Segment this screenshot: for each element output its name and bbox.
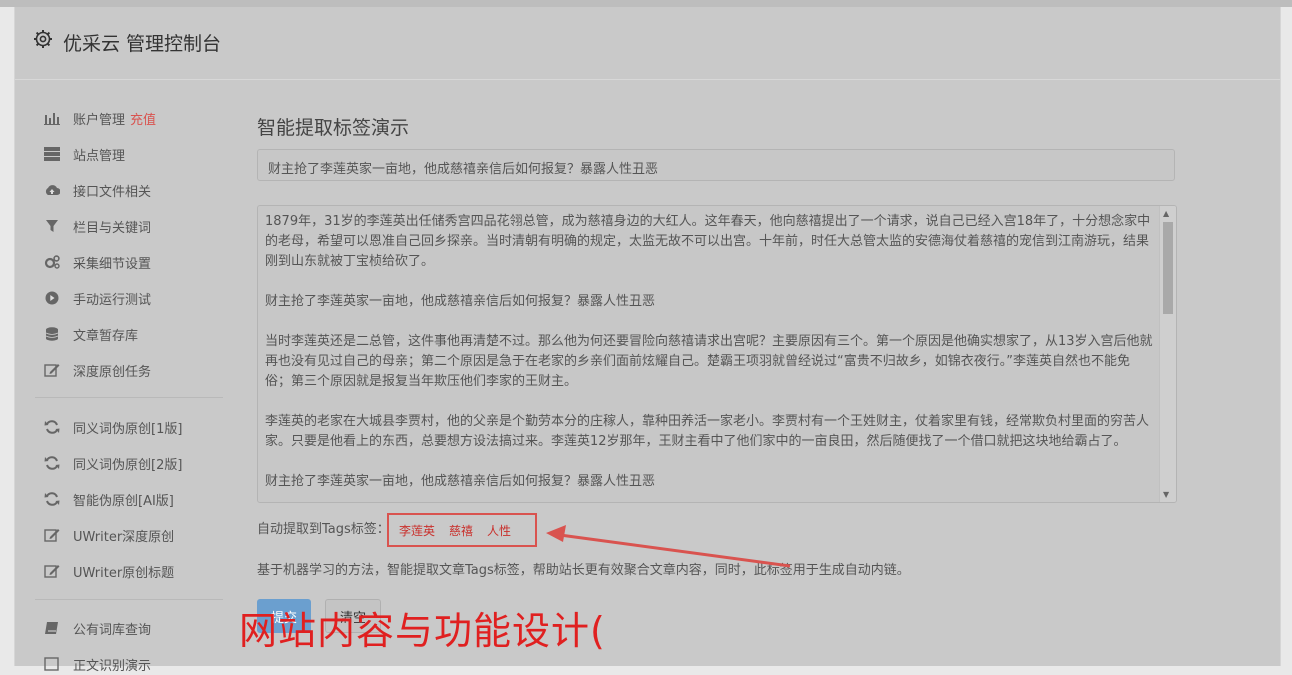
sidebar-item-public-dict[interactable]: 公有词库查询 <box>43 617 151 639</box>
recharge-link[interactable]: 充值 <box>130 109 156 128</box>
refresh-icon <box>43 491 61 507</box>
server-icon <box>43 146 61 162</box>
sidebar-item-columns-keywords[interactable]: 栏目与关键词 <box>43 215 151 237</box>
refresh-icon <box>43 455 61 471</box>
sidebar-item-article-store[interactable]: 文章暂存库 <box>43 323 138 345</box>
watermark-text: 网站内容与功能设计( <box>239 609 606 653</box>
sidebar-item-label: 接口文件相关 <box>73 184 152 200</box>
tag-item: 人性 <box>487 523 512 538</box>
sidebar-item-uwriter-deep[interactable]: UWriter深度原创 <box>43 524 174 546</box>
console-page: 优采云 管理控制台 账户管理 充值 站点管理 接口文件相关 栏目与关键词 采集细… <box>14 7 1281 674</box>
sidebar-item-label: 手动运行测试 <box>73 292 152 308</box>
page-title: 优采云 管理控制台 <box>63 33 222 55</box>
play-circle-icon <box>43 290 61 306</box>
tags-highlight-box: 李莲英 慈禧 人性 <box>387 513 537 547</box>
body-paragraph: 财主抢了李莲英家一亩地，他成慈禧亲信后如何报复？暴露人性丑恶 <box>265 294 656 309</box>
filter-icon <box>43 218 61 234</box>
article-body-text: 1879年，31岁的李莲英出任储秀宫四品花翎总管，成为慈禧身边的大红人。这年春天… <box>265 212 1153 502</box>
sidebar-item-account[interactable]: 账户管理 充值 <box>43 107 156 129</box>
sidebar-item-smart-ai[interactable]: 智能伪原创[AI版] <box>43 488 174 510</box>
body-paragraph: 1879年，31岁的李莲英出任储秀宫四品花翎总管，成为慈禧身边的大红人。这年春天… <box>265 214 1151 269</box>
header: 优采云 管理控制台 <box>15 7 1280 80</box>
sidebar-divider <box>35 397 223 398</box>
sidebar-item-label: 同义词伪原创[2版] <box>73 457 183 473</box>
edit-icon <box>43 362 61 378</box>
sidebar-item-label: 采集细节设置 <box>73 256 152 272</box>
bar-chart-icon <box>43 110 61 126</box>
edit-icon <box>43 527 61 543</box>
sidebar-item-text-recognize[interactable]: 正文识别演示 <box>43 653 151 675</box>
sidebar-item-manual-run[interactable]: 手动运行测试 <box>43 287 151 309</box>
body-paragraph: 财主抢了李莲英家一亩地，他成慈禧亲信后如何报复？暴露人性丑恶 <box>265 474 656 489</box>
article-title-input[interactable]: 财主抢了李莲英家一亩地，他成慈禧亲信后如何报复？暴露人性丑恶 <box>257 149 1175 181</box>
gear-icon <box>33 29 53 49</box>
scroll-down-icon[interactable]: ▼ <box>1163 490 1169 499</box>
tags-label: 自动提取到Tags标签： <box>257 522 390 537</box>
sidebar-item-label: 深度原创任务 <box>73 364 152 380</box>
sidebar-item-uwriter-title[interactable]: UWriter原创标题 <box>43 560 174 582</box>
sidebar-item-collect-settings[interactable]: 采集细节设置 <box>43 251 151 273</box>
body-paragraph: 当时李莲英还是二总管，这件事他再清楚不过。那么他为何还要冒险向慈禧请求出宫呢？主… <box>265 334 1153 389</box>
body-paragraph: 李莲英的老家在大城县李贾村，他的父亲是个勤劳本分的庄稼人，靠种田养活一家老小。李… <box>265 414 1150 449</box>
article-body-textarea[interactable]: 1879年，31岁的李莲英出任储秀宫四品花翎总管，成为慈禧身边的大红人。这年春天… <box>257 205 1177 503</box>
book-icon <box>43 620 61 636</box>
sidebar-item-label: 同义词伪原创[1版] <box>73 421 183 437</box>
sidebar-item-label: 文章暂存库 <box>73 328 139 344</box>
sidebar-item-label: 智能伪原创[AI版] <box>73 493 174 509</box>
tag-item: 李莲英 <box>399 523 436 538</box>
sidebar-divider <box>35 599 223 600</box>
sidebar-item-synonym-v1[interactable]: 同义词伪原创[1版] <box>43 416 182 438</box>
cloud-upload-icon <box>43 182 61 198</box>
textarea-scrollbar[interactable]: ▲ ▼ <box>1159 206 1176 502</box>
scroll-thumb[interactable] <box>1163 222 1173 314</box>
database-icon <box>43 326 61 342</box>
sidebar-item-synonym-v2[interactable]: 同义词伪原创[2版] <box>43 452 182 474</box>
section-heading: 智能提取标签演示 <box>257 117 410 139</box>
cogs-icon <box>43 254 61 270</box>
sidebar-item-label: 公有词库查询 <box>73 622 152 638</box>
square-icon <box>43 656 61 672</box>
refresh-icon <box>43 419 61 435</box>
sidebar-item-label: 账户管理 <box>73 112 126 128</box>
sidebar-item-label: UWriter原创标题 <box>73 565 175 581</box>
sidebar-item-deep-original[interactable]: 深度原创任务 <box>43 359 151 381</box>
tag-item: 慈禧 <box>449 523 474 538</box>
sidebar-item-api-files[interactable]: 接口文件相关 <box>43 179 151 201</box>
scroll-up-icon[interactable]: ▲ <box>1163 209 1169 218</box>
sidebar-item-label: 站点管理 <box>73 148 126 164</box>
sidebar-item-label: 正文识别演示 <box>73 658 152 674</box>
edit-icon <box>43 563 61 579</box>
sidebar-item-label: UWriter深度原创 <box>73 529 175 545</box>
sidebar-item-sites[interactable]: 站点管理 <box>43 143 125 165</box>
sidebar-item-label: 栏目与关键词 <box>73 220 152 236</box>
top-bar <box>0 0 1292 7</box>
feature-description: 基于机器学习的方法，智能提取文章Tags标签，帮助站长更有效聚合文章内容，同时，… <box>257 563 910 578</box>
